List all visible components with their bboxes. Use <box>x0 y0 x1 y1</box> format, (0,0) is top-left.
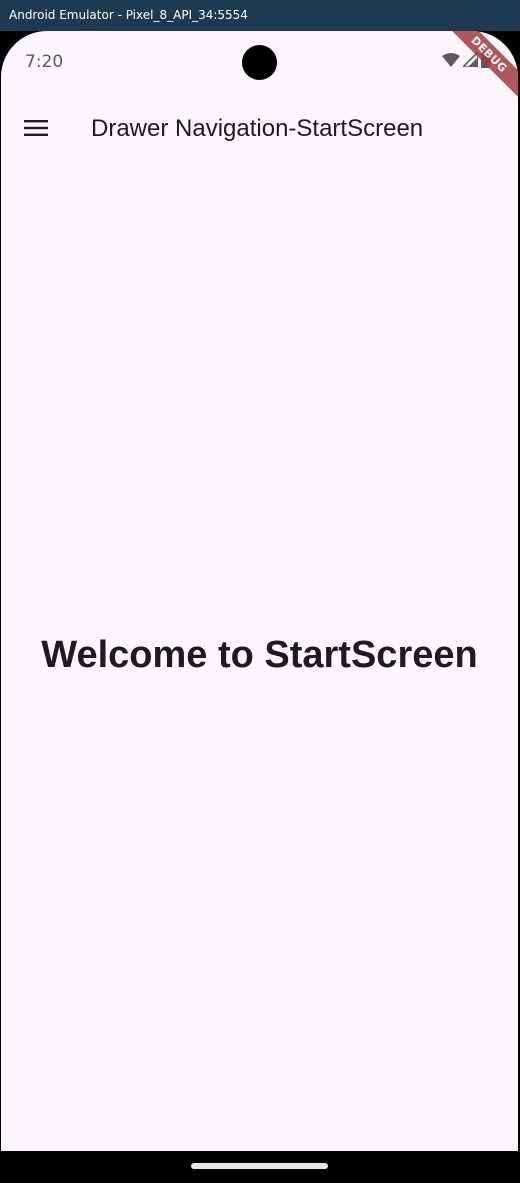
status-time: 7:20 <box>25 52 64 72</box>
menu-icon <box>24 119 48 142</box>
app-screen: 7:20 DEBUG Drawer Navigation-StartScreen… <box>1 31 518 1151</box>
camera-cutout <box>242 45 277 80</box>
window-title: Android Emulator - Pixel_8_API_34:5554 <box>0 0 520 31</box>
gesture-nav-handle[interactable] <box>191 1163 328 1169</box>
status-bar: 7:20 DEBUG <box>1 31 518 108</box>
wifi-icon <box>442 52 460 72</box>
app-bar: Drawer Navigation-StartScreen <box>1 95 518 163</box>
emulator-window: Android Emulator - Pixel_8_API_34:5554 7… <box>0 0 520 1183</box>
drawer-menu-button[interactable] <box>15 109 57 151</box>
device-frame: 7:20 DEBUG Drawer Navigation-StartScreen… <box>0 31 520 1183</box>
welcome-heading: Welcome to StartScreen <box>41 634 478 676</box>
app-bar-title: Drawer Navigation-StartScreen <box>91 115 424 142</box>
